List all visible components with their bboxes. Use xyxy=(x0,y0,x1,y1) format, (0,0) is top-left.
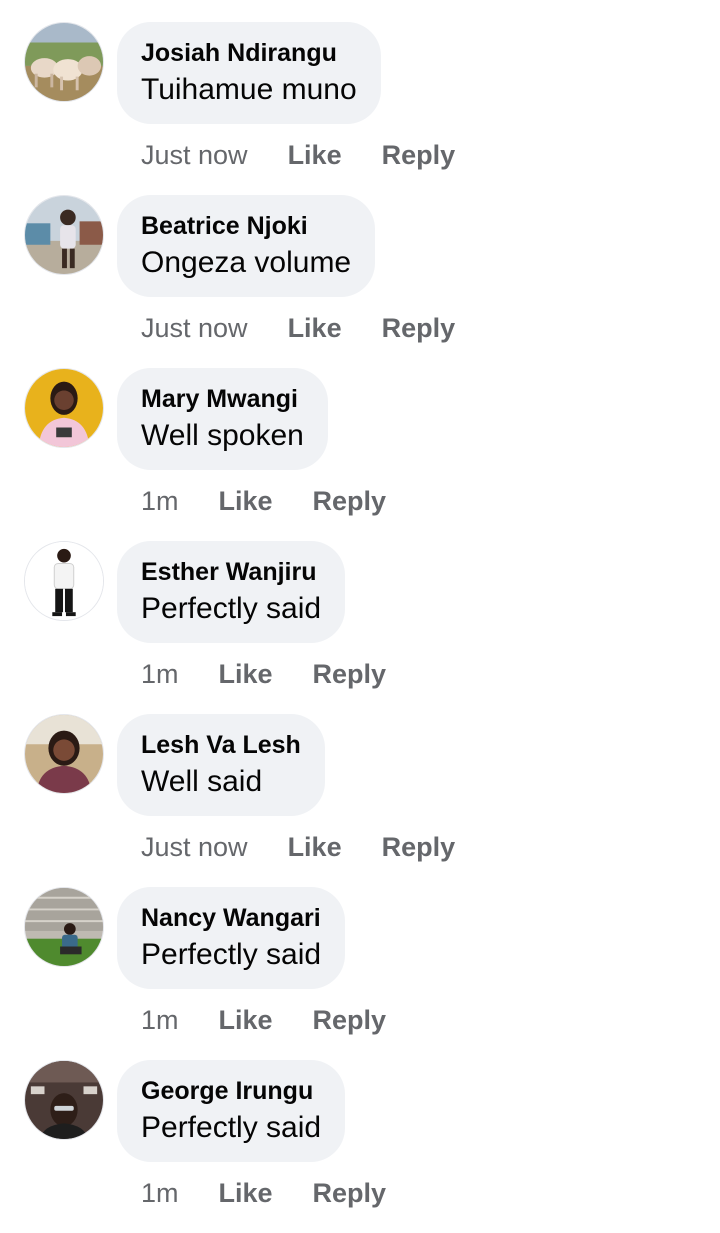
comment-text: Perfectly said xyxy=(141,592,322,625)
like-button[interactable]: Like xyxy=(219,659,273,690)
like-button[interactable]: Like xyxy=(219,486,273,517)
avatar-photo-icon xyxy=(25,369,103,447)
avatar[interactable] xyxy=(24,368,104,448)
avatar-photo-icon xyxy=(25,1061,103,1139)
comment-actions: Just now Like Reply xyxy=(141,138,455,172)
comment-bubble: Mary Mwangi Well spoken xyxy=(117,368,328,470)
comment-author[interactable]: Lesh Va Lesh xyxy=(141,730,301,760)
comment-bubble: Lesh Va Lesh Well said xyxy=(117,714,325,816)
comment-item: Josiah Ndirangu Tuihamue muno Just now L… xyxy=(0,22,720,195)
like-button[interactable]: Like xyxy=(288,313,342,344)
comment-text: Tuihamue muno xyxy=(141,73,357,106)
avatar[interactable] xyxy=(24,22,104,102)
comment-bubble: George Irungu Perfectly said xyxy=(117,1060,346,1162)
reply-button[interactable]: Reply xyxy=(382,140,456,171)
comment-text: Ongeza volume xyxy=(141,246,352,279)
comment-timestamp[interactable]: Just now xyxy=(141,832,248,863)
avatar[interactable] xyxy=(24,1060,104,1140)
avatar[interactable] xyxy=(24,195,104,275)
comment-item: Mary Mwangi Well spoken 1m Like Reply xyxy=(0,368,720,541)
avatar-photo-icon xyxy=(25,542,103,620)
comment-item: Nancy Wangari Perfectly said 1m Like Rep… xyxy=(0,887,720,1060)
reply-button[interactable]: Reply xyxy=(382,313,456,344)
comment-author[interactable]: George Irungu xyxy=(141,1076,321,1106)
comment-timestamp[interactable]: 1m xyxy=(141,659,179,690)
comment-timestamp[interactable]: Just now xyxy=(141,140,248,171)
comment-actions: 1m Like Reply xyxy=(141,657,386,691)
comment-timestamp[interactable]: Just now xyxy=(141,313,248,344)
avatar[interactable] xyxy=(24,887,104,967)
comment-timestamp[interactable]: 1m xyxy=(141,486,179,517)
comment-actions: 1m Like Reply xyxy=(141,484,386,518)
comment-author[interactable]: Esther Wanjiru xyxy=(141,557,321,587)
avatar-photo-icon xyxy=(25,196,103,274)
like-button[interactable]: Like xyxy=(288,140,342,171)
comment-actions: Just now Like Reply xyxy=(141,830,455,864)
reply-button[interactable]: Reply xyxy=(313,486,387,517)
comment-bubble: Esther Wanjiru Perfectly said xyxy=(117,541,346,643)
comment-text: Perfectly said xyxy=(141,938,322,971)
comment-actions: Just now Like Reply xyxy=(141,311,455,345)
comment-item: Lesh Va Lesh Well said Just now Like Rep… xyxy=(0,714,720,887)
avatar[interactable] xyxy=(24,714,104,794)
comment-actions: 1m Like Reply xyxy=(141,1176,386,1210)
like-button[interactable]: Like xyxy=(288,832,342,863)
avatar-photo-icon xyxy=(25,715,103,793)
comment-bubble: Josiah Ndirangu Tuihamue muno xyxy=(117,22,381,124)
comment-item: Esther Wanjiru Perfectly said 1m Like Re… xyxy=(0,541,720,714)
like-button[interactable]: Like xyxy=(219,1005,273,1036)
comment-actions: 1m Like Reply xyxy=(141,1003,386,1037)
comment-bubble: Nancy Wangari Perfectly said xyxy=(117,887,346,989)
avatar-photo-icon xyxy=(25,888,103,966)
comment-author[interactable]: Nancy Wangari xyxy=(141,903,321,933)
comment-bubble: Beatrice Njoki Ongeza volume xyxy=(117,195,376,297)
comment-timestamp[interactable]: 1m xyxy=(141,1005,179,1036)
comment-item: George Irungu Perfectly said 1m Like Rep… xyxy=(0,1060,720,1233)
reply-button[interactable]: Reply xyxy=(382,832,456,863)
avatar-photo-icon xyxy=(25,23,103,101)
comment-author[interactable]: Beatrice Njoki xyxy=(141,211,351,241)
avatar[interactable] xyxy=(24,541,104,621)
comment-author[interactable]: Josiah Ndirangu xyxy=(141,38,357,68)
comment-item: Beatrice Njoki Ongeza volume Just now Li… xyxy=(0,195,720,368)
reply-button[interactable]: Reply xyxy=(313,659,387,690)
comment-text: Well spoken xyxy=(141,419,304,452)
comment-text: Well said xyxy=(141,765,263,798)
comment-author[interactable]: Mary Mwangi xyxy=(141,384,304,414)
comment-text: Perfectly said xyxy=(141,1111,322,1144)
reply-button[interactable]: Reply xyxy=(313,1005,387,1036)
